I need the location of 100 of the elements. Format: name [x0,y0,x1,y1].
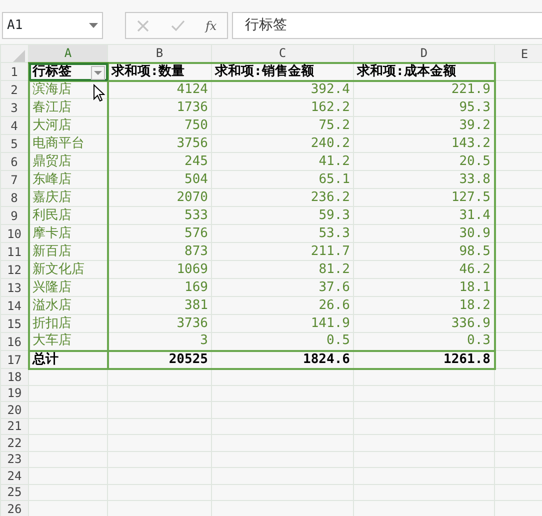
row-header[interactable]: 3 [0,98,28,116]
caret-icon[interactable] [89,23,98,28]
table-cell: 求和项:数量 [108,62,212,80]
table-cell: 873 [108,242,212,260]
table-cell: 兴隆店 [28,278,108,296]
table-cell: 大车店 [28,332,108,350]
row-header[interactable]: 18 [0,368,28,385]
column-header[interactable]: E [494,44,542,62]
table-cell: 392.4 [212,80,354,98]
table-cell: 169 [108,278,212,296]
table-cell: 3736 [108,314,212,332]
table-cell: 嘉庆店 [28,188,108,206]
row-header[interactable]: 22 [0,434,28,451]
table-cell: 141.9 [212,314,354,332]
table-cell: 26.6 [212,296,354,314]
row-header[interactable]: 2 [0,80,28,98]
function-button[interactable]: fx [205,16,217,34]
row-header[interactable]: 13 [0,278,28,296]
column-header[interactable]: A [28,44,108,62]
name-box[interactable]: A1 [2,12,103,39]
table-cell: 18.1 [354,278,494,296]
table-cell: 750 [108,116,212,134]
table-cell: 37.6 [212,278,354,296]
table-cell: 东峰店 [28,170,108,188]
table-cell: 1069 [108,260,212,278]
table-cell: 33.8 [354,170,494,188]
table-cell: 利民店 [28,206,108,224]
row-header[interactable]: 20 [0,402,28,418]
caret-icon[interactable] [94,70,102,74]
row-header[interactable]: 15 [0,314,28,332]
column-header[interactable]: D [354,44,494,62]
row-header[interactable]: 16 [0,332,28,350]
row-header[interactable]: 8 [0,188,28,206]
table-cell: 20525 [108,350,212,368]
table-cell: 20.5 [354,152,494,170]
table-cell: 新文化店 [28,260,108,278]
table-cell: 41.2 [212,152,354,170]
mouse-cursor-icon [93,84,105,102]
row-header[interactable]: 1 [0,62,28,80]
row-header[interactable]: 9 [0,206,28,224]
table-cell: 53.3 [212,224,354,242]
table-cell: 75.2 [212,116,354,134]
table-cell: 2070 [108,188,212,206]
table-cell: 221.9 [354,80,494,98]
table-cell: 381 [108,296,212,314]
row-header[interactable]: 6 [0,152,28,170]
table-cell: 31.4 [354,206,494,224]
row-header[interactable]: 23 [0,451,28,468]
column-header[interactable]: C [212,44,354,62]
row-header[interactable]: 7 [0,170,28,188]
row-header[interactable]: 21 [0,418,28,434]
table-cell: 1736 [108,98,212,116]
table-cell: 59.3 [212,206,354,224]
table-cell: 摩卡店 [28,224,108,242]
table-cell: 65.1 [212,170,354,188]
row-header[interactable]: 4 [0,116,28,134]
table-cell: 98.5 [354,242,494,260]
active-cell: 行标签 [28,62,108,80]
table-cell: 143.2 [354,134,494,152]
table-cell: 46.2 [354,260,494,278]
row-header[interactable]: 24 [0,468,28,484]
table-cell: 162.2 [212,98,354,116]
table-cell: 溢水店 [28,296,108,314]
table-cell: 240.2 [212,134,354,152]
table-cell: 大河店 [28,116,108,134]
filter-dropdown-button[interactable] [90,66,104,80]
table-cell: 30.9 [354,224,494,242]
row-header[interactable]: 17 [0,350,28,368]
row-header[interactable]: 25 [0,484,28,500]
table-cell: 127.5 [354,188,494,206]
table-cell: 576 [108,224,212,242]
row-header[interactable]: 12 [0,260,28,278]
table-cell: 39.2 [354,116,494,134]
table-cell: 电商平台 [28,134,108,152]
table-cell: 18.2 [354,296,494,314]
table-cell: 245 [108,152,212,170]
row-header[interactable]: 5 [0,134,28,152]
table-cell: 533 [108,206,212,224]
row-header[interactable]: 10 [0,224,28,242]
table-cell: 鼎贸店 [28,152,108,170]
table-cell: 求和项:销售金额 [212,62,354,80]
row-header[interactable]: 26 [0,500,28,516]
table-cell: 求和项:成本金额 [354,62,494,80]
row-header[interactable]: 11 [0,242,28,260]
row-header[interactable]: 14 [0,296,28,314]
table-cell: 1824.6 [212,350,354,368]
table-cell: 折扣店 [28,314,108,332]
table-cell: 504 [108,170,212,188]
table-cell: 336.9 [354,314,494,332]
table-cell: 总计 [28,350,108,368]
formula-field[interactable]: 行标签 [232,12,542,39]
table-cell: 3756 [108,134,212,152]
table-cell: 81.2 [212,260,354,278]
column-header[interactable]: B [108,44,212,62]
table-cell: 1261.8 [354,350,494,368]
table-cell: 211.7 [212,242,354,260]
table-cell: 236.2 [212,188,354,206]
table-cell: 95.3 [354,98,494,116]
table-cell: 4124 [108,80,212,98]
row-header[interactable]: 19 [0,385,28,402]
